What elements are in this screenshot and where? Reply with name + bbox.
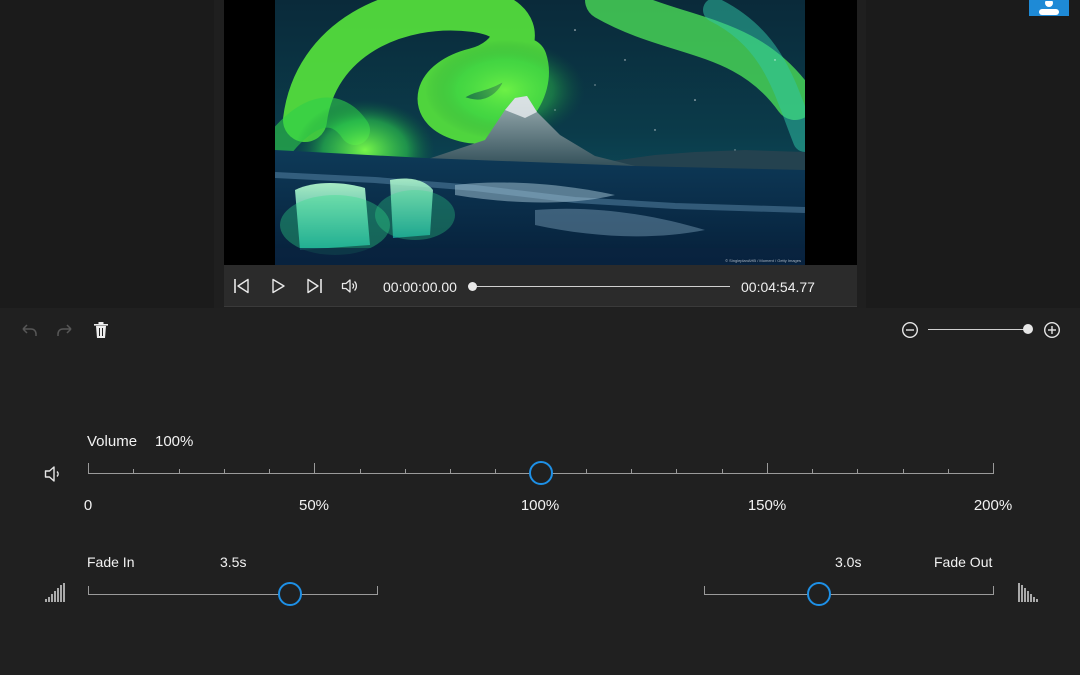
fade-out-track[interactable]	[704, 594, 993, 595]
volume-tick-mark	[676, 469, 677, 474]
fade-in-value: 3.5s	[220, 554, 247, 570]
fade-out-thumb[interactable]	[807, 582, 831, 606]
volume-tick-mark	[903, 469, 904, 474]
trash-icon	[94, 322, 108, 338]
delete-button[interactable]	[91, 320, 111, 340]
fade-out-tick-mark	[704, 586, 705, 595]
undo-button[interactable]	[19, 320, 39, 340]
playback-controls: 00:00:00.00 00:04:54.77	[224, 265, 857, 307]
volume-tick-200: 200%	[973, 497, 1013, 514]
left-pane	[0, 0, 214, 308]
volume-tick-mark	[812, 469, 813, 474]
zoom-in-icon	[1043, 321, 1061, 339]
volume-tick-mark	[360, 469, 361, 474]
profile-button[interactable]	[1029, 0, 1069, 16]
video-preview: © SingleplanAHB / Moment / Getty Images	[224, 0, 857, 265]
zoom-out-button[interactable]	[900, 320, 920, 340]
redo-icon	[57, 324, 72, 336]
volume-tick-0: 0	[83, 497, 93, 514]
volume-tick-mark	[224, 469, 225, 474]
current-time: 00:00:00.00	[383, 279, 457, 295]
volume-label: Volume	[87, 433, 138, 450]
volume-tick-mark	[314, 463, 315, 474]
volume-tick-mark	[631, 469, 632, 474]
fade-out-label: Fade Out	[934, 554, 993, 570]
seek-thumb[interactable]	[468, 282, 477, 291]
undo-icon	[22, 324, 37, 336]
volume-tick-mark	[133, 469, 134, 474]
fade-in-track[interactable]	[88, 594, 377, 595]
volume-tick-150: 150%	[747, 497, 787, 514]
right-pane	[866, 0, 1080, 308]
zoom-slider-thumb[interactable]	[1023, 324, 1033, 334]
fade-out-tick-mark	[993, 586, 994, 595]
fade-in-thumb[interactable]	[278, 582, 302, 606]
volume-tick-mark	[722, 469, 723, 474]
fade-out-icon	[1018, 583, 1038, 602]
seek-track[interactable]	[472, 286, 730, 287]
volume-value: 100%	[155, 433, 194, 450]
speaker-icon	[44, 466, 59, 482]
person-icon	[1039, 1, 1059, 15]
volume-tick-mark	[586, 469, 587, 474]
fade-in-icon	[45, 583, 65, 602]
volume-tick-mark	[405, 469, 406, 474]
volume-tick-mark	[948, 469, 949, 474]
volume-tick-mark	[495, 469, 496, 474]
total-time: 00:04:54.77	[741, 279, 815, 295]
volume-tick-mark	[993, 463, 994, 474]
video-frame: © SingleplanAHB / Moment / Getty Images	[275, 0, 805, 265]
aurora-mountain-image	[275, 0, 805, 265]
play-button[interactable]	[267, 275, 289, 297]
skip-next-button[interactable]	[303, 275, 325, 297]
volume-thumb[interactable]	[528, 461, 553, 485]
photo-credit: © SingleplanAHB / Moment / Getty Images	[725, 258, 801, 263]
fade-in-tick-mark	[88, 586, 89, 595]
volume-tick-mark	[269, 469, 270, 474]
volume-tick-50: 50%	[298, 497, 330, 514]
volume-tick-100: 100%	[520, 497, 560, 514]
play-icon	[272, 278, 285, 294]
volume-tick-mark	[179, 469, 180, 474]
skip-previous-button[interactable]	[231, 275, 253, 297]
volume-tick-mark	[450, 469, 451, 474]
fade-out-value: 3.0s	[835, 554, 862, 570]
fade-in-label: Fade In	[87, 554, 135, 570]
fade-in-tick-mark	[377, 586, 378, 595]
volume-tick-mark	[767, 463, 768, 474]
skip-previous-icon	[234, 278, 249, 294]
zoom-slider-track[interactable]	[928, 329, 1028, 330]
speaker-icon	[341, 279, 358, 293]
skip-next-icon	[307, 278, 322, 294]
volume-tick-mark	[857, 469, 858, 474]
zoom-out-icon	[901, 321, 919, 339]
volume-tick-mark	[88, 463, 89, 474]
zoom-in-button[interactable]	[1042, 320, 1062, 340]
redo-button[interactable]	[55, 320, 75, 340]
volume-button[interactable]	[339, 275, 361, 297]
